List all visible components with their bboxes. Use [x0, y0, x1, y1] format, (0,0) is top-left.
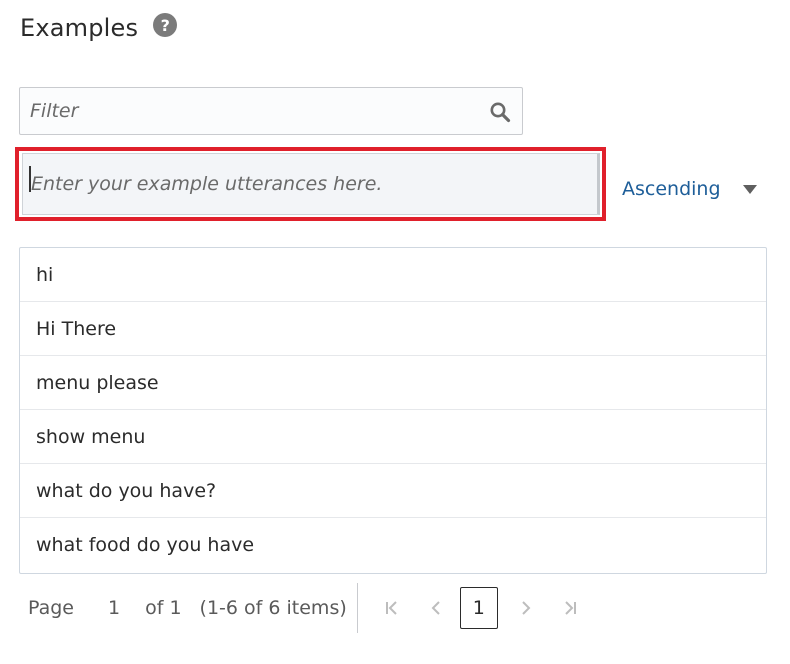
filter-box [19, 87, 523, 135]
sort-order-label: Ascending [622, 178, 721, 200]
list-item[interactable]: Hi There [20, 302, 766, 356]
utterance-field [22, 153, 600, 215]
page-title: Examples [20, 14, 139, 42]
prev-page-icon [431, 601, 440, 615]
list-item[interactable]: show menu [20, 410, 766, 464]
help-icon[interactable]: ? [153, 13, 178, 37]
filter-input[interactable] [20, 100, 470, 122]
examples-list: hi Hi There menu please show menu what d… [19, 247, 767, 574]
next-page-icon [522, 601, 531, 615]
section-header: Examples ? [20, 13, 178, 42]
list-item[interactable]: menu please [20, 356, 766, 410]
pagination-bar: Page 1 of 1 (1-6 of 6 items) 1 [20, 582, 780, 634]
search-icon[interactable] [489, 101, 511, 123]
prev-page-button[interactable] [426, 598, 446, 618]
last-page-icon [565, 601, 576, 615]
page-total-label: of 1 [145, 597, 182, 619]
next-page-button[interactable] [516, 598, 536, 618]
last-page-button[interactable] [560, 598, 580, 618]
utterance-input[interactable] [23, 173, 583, 195]
page-number-input[interactable]: 1 [108, 597, 120, 619]
first-page-button[interactable] [382, 598, 402, 618]
first-page-icon [385, 601, 397, 615]
pagination-divider [356, 583, 358, 633]
page-label: Page [28, 597, 74, 619]
text-cursor [29, 166, 31, 192]
list-item[interactable]: what food do you have [20, 518, 766, 572]
list-item[interactable]: what do you have? [20, 464, 766, 518]
list-item[interactable]: hi [20, 248, 766, 302]
chevron-down-icon [742, 184, 757, 194]
examples-panel: Examples ? Ascending hi Hi There menu pl… [0, 0, 790, 664]
item-range-label: (1-6 of 6 items) [199, 597, 347, 619]
current-page-button[interactable]: 1 [459, 587, 498, 629]
sort-order-dropdown[interactable]: Ascending [622, 178, 757, 200]
